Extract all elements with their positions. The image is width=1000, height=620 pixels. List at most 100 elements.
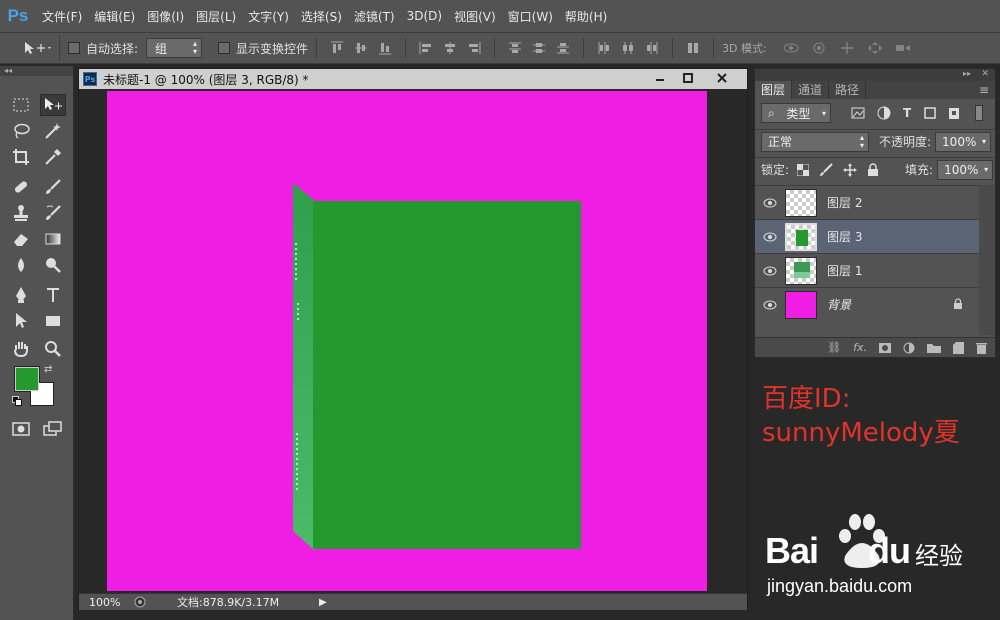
show-transform-option[interactable]: 显示变换控件: [218, 40, 308, 57]
add-mask-icon[interactable]: [879, 342, 891, 353]
link-layers-icon[interactable]: ⛓: [827, 341, 841, 354]
panel-grip[interactable]: ▸▸ ✕: [755, 69, 995, 81]
tab-layers[interactable]: 图层: [755, 81, 793, 99]
visibility-eye-icon[interactable]: [755, 232, 785, 242]
menu-image[interactable]: 图像(I): [141, 8, 190, 25]
lock-transparent-icon[interactable]: [797, 163, 810, 176]
rectangle-tool[interactable]: [40, 310, 66, 332]
lock-pixels-icon[interactable]: [819, 162, 833, 177]
3d-roll-icon[interactable]: [810, 41, 828, 55]
align-left-icon[interactable]: [419, 41, 433, 55]
tool-preset-picker[interactable]: [14, 35, 60, 61]
zoom-tool[interactable]: [40, 338, 66, 360]
marquee-tool[interactable]: [8, 94, 34, 116]
menu-layer[interactable]: 图层(L): [190, 8, 242, 25]
distribute-bottom-icon[interactable]: [556, 41, 570, 55]
panel-close-icon[interactable]: ✕: [981, 69, 989, 79]
menu-type[interactable]: 文字(Y): [242, 8, 295, 25]
status-arrow-icon[interactable]: ▶: [319, 597, 327, 608]
layers-scrollbar[interactable]: [979, 185, 995, 335]
auto-select-dropdown[interactable]: 组 ▴ ▾: [146, 38, 203, 58]
menu-file[interactable]: 文件(F): [36, 8, 88, 25]
status-menu-icon[interactable]: [133, 596, 147, 608]
align-top-icon[interactable]: [330, 41, 344, 55]
history-brush-tool[interactable]: [40, 202, 66, 224]
tab-channels[interactable]: 通道: [792, 81, 830, 99]
align-right-icon[interactable]: [467, 41, 481, 55]
new-layer-icon[interactable]: [953, 341, 964, 354]
3d-rotate-icon[interactable]: [782, 41, 800, 55]
distribute-top-icon[interactable]: [508, 41, 522, 55]
3d-slide-icon[interactable]: [866, 41, 884, 55]
lock-position-icon[interactable]: [843, 162, 858, 177]
fill-field[interactable]: 100% ▾: [937, 159, 994, 180]
panel-collapse-icon[interactable]: ◂◂: [0, 66, 73, 76]
3d-pan-icon[interactable]: [838, 41, 856, 55]
distribute-right-icon[interactable]: [645, 41, 659, 55]
canvas[interactable]: [107, 91, 707, 591]
menu-3d[interactable]: 3D(D): [401, 9, 448, 23]
filter-smart-object-icon[interactable]: [947, 106, 961, 120]
filter-shape-icon[interactable]: [923, 106, 937, 120]
distribute-vcenter-icon[interactable]: [532, 41, 546, 55]
type-tool[interactable]: [40, 284, 66, 306]
distribute-left-icon[interactable]: [597, 41, 611, 55]
clone-stamp-tool[interactable]: [8, 202, 34, 224]
opacity-field[interactable]: 100% ▾: [935, 131, 992, 152]
adjustment-layer-icon[interactable]: [903, 342, 915, 354]
blend-mode-dropdown[interactable]: 正常 ▴ ▾: [761, 131, 869, 152]
menu-help[interactable]: 帮助(H): [559, 8, 613, 25]
menu-view[interactable]: 视图(V): [448, 8, 502, 25]
pen-tool[interactable]: [8, 284, 34, 306]
filter-toggle[interactable]: [975, 105, 984, 121]
document-tab[interactable]: Ps 未标题-1 @ 100% (图层 3, RGB/8) *: [79, 69, 747, 89]
tab-paths[interactable]: 路径: [829, 81, 867, 99]
visibility-eye-icon[interactable]: [755, 198, 785, 208]
eraser-tool[interactable]: [8, 228, 34, 250]
visibility-eye-icon[interactable]: [755, 300, 785, 310]
layer-row[interactable]: 背景: [755, 287, 979, 321]
gradient-tool[interactable]: [40, 228, 66, 250]
trash-icon[interactable]: [976, 342, 987, 354]
align-hcenter-icon[interactable]: [443, 41, 457, 55]
panel-collapse-icon[interactable]: ▸▸: [963, 69, 971, 78]
quick-mask-button[interactable]: [8, 418, 34, 440]
menu-filter[interactable]: 滤镜(T): [348, 8, 401, 25]
brush-tool[interactable]: [40, 176, 66, 198]
lasso-tool[interactable]: [8, 120, 34, 142]
screen-mode-button[interactable]: [40, 418, 66, 440]
close-button[interactable]: [709, 70, 735, 86]
blur-tool[interactable]: [8, 254, 34, 276]
fx-icon[interactable]: fx.: [853, 341, 867, 354]
zoom-level[interactable]: 100%: [89, 596, 129, 609]
move-tool[interactable]: [40, 94, 66, 116]
maximize-button[interactable]: [675, 70, 701, 86]
canvas-area[interactable]: [79, 89, 747, 593]
auto-select-checkbox[interactable]: [68, 42, 80, 54]
3d-scale-icon[interactable]: [894, 41, 912, 55]
show-transform-checkbox[interactable]: [218, 42, 231, 54]
filter-adjustment-icon[interactable]: [877, 106, 891, 120]
menu-select[interactable]: 选择(S): [295, 8, 348, 25]
eyedropper-tool[interactable]: [40, 146, 66, 168]
layer-row[interactable]: 图层 2: [755, 185, 979, 219]
filter-type-icon[interactable]: T: [903, 106, 911, 120]
minimize-button[interactable]: [647, 70, 673, 86]
visibility-eye-icon[interactable]: [755, 266, 785, 276]
crop-tool[interactable]: [8, 146, 34, 168]
auto-align-icon[interactable]: [686, 41, 700, 55]
panel-menu-icon[interactable]: ≡: [866, 81, 995, 99]
align-vcenter-icon[interactable]: [354, 41, 368, 55]
hand-tool[interactable]: [8, 338, 34, 360]
swap-colors-icon[interactable]: ⇄: [44, 364, 52, 375]
menu-window[interactable]: 窗口(W): [502, 8, 559, 25]
layer-row-selected[interactable]: 图层 3: [755, 219, 979, 253]
menu-edit[interactable]: 编辑(E): [88, 8, 141, 25]
group-folder-icon[interactable]: [927, 343, 941, 353]
distribute-hcenter-icon[interactable]: [621, 41, 635, 55]
align-bottom-icon[interactable]: [378, 41, 392, 55]
path-selection-tool[interactable]: [8, 310, 34, 332]
magic-wand-tool[interactable]: [40, 120, 66, 142]
default-colors-icon[interactable]: [12, 396, 22, 406]
dodge-tool[interactable]: [40, 254, 66, 276]
